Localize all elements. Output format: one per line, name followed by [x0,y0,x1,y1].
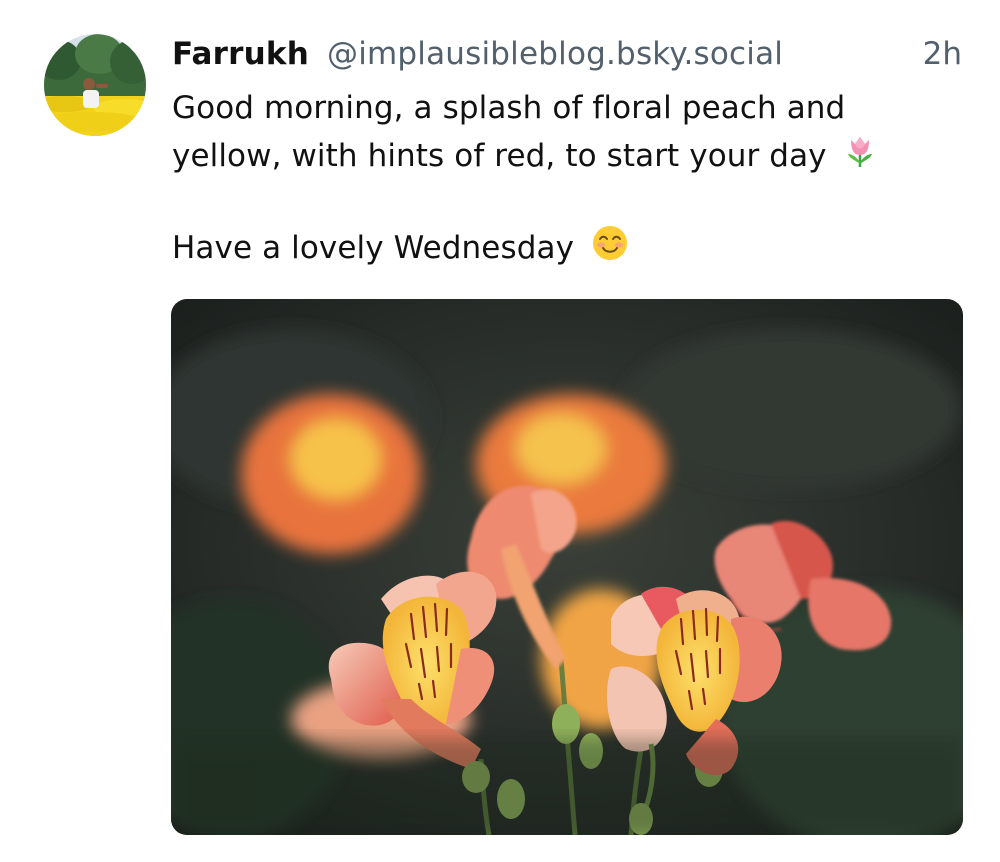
post-text-line: yellow, with hints of red, to start your… [172,136,972,176]
post-text-line: Have a lovely Wednesday [172,225,972,269]
post-card[interactable]: Farrukh @implausibleblog.bsky.social 2h … [0,0,1000,862]
avatar-photo-icon [44,34,146,136]
post-header: Farrukh @implausibleblog.bsky.social 2h [172,34,964,82]
post-text-line-3: Have a lovely Wednesday [172,230,575,266]
post-text-line-1: Good morning, a splash of floral peach a… [172,90,846,126]
tulip-icon [845,134,875,176]
post-text-line: Good morning, a splash of floral peach a… [172,90,972,126]
smiling-face-icon [592,225,628,269]
author-display-name[interactable]: Farrukh [172,36,309,72]
avatar[interactable] [44,34,146,136]
post-timestamp[interactable]: 2h [923,36,962,72]
post-image[interactable] [171,299,963,835]
author-handle[interactable]: @implausibleblog.bsky.social [327,36,783,72]
post-text-line-2: yellow, with hints of red, to start your… [172,138,827,174]
flower-photo-icon [171,299,963,835]
